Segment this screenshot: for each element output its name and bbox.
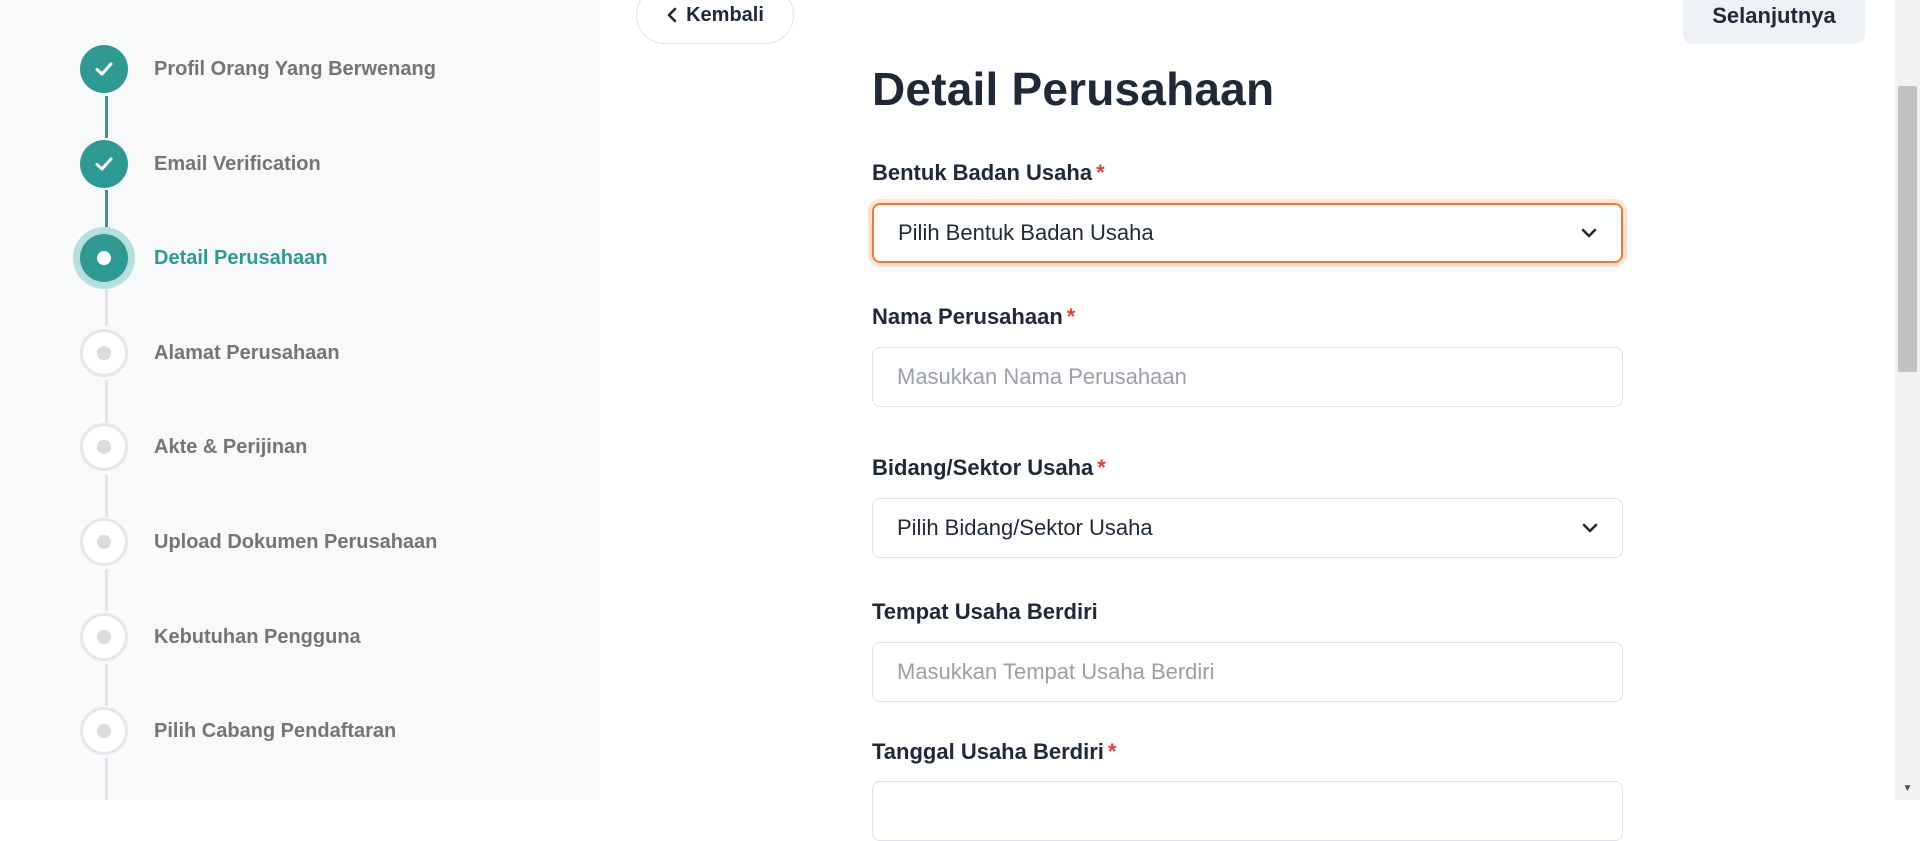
page-title: Detail Perusahaan [872,63,1275,115]
required-mark: * [1096,160,1105,185]
current-step-icon [80,234,128,282]
check-icon [80,45,128,93]
step-label: Detail Perusahaan [154,246,328,269]
check-icon [80,140,128,188]
nama-perusahaan-label: Nama Perusahaan * [872,304,1076,329]
bidang-sektor-usaha-select[interactable]: Pilih Bidang/Sektor Usaha [872,498,1623,558]
pending-step-icon [80,707,128,755]
step-label: Upload Dokumen Perusahaan [154,530,438,553]
step-connector [105,380,108,422]
next-button-label: Selanjutnya [1712,3,1836,28]
step-akte-perijinan[interactable]: Akte & Perijinan [80,421,560,473]
tanggal-usaha-berdiri-input[interactable] [872,781,1623,841]
step-label: Alamat Perusahaan [154,341,340,364]
step-connector [105,758,108,800]
bentuk-badan-usaha-select[interactable]: Pilih Bentuk Badan Usaha [872,203,1623,263]
step-upload-dokumen-perusahaan[interactable]: Upload Dokumen Perusahaan [80,516,560,568]
step-alamat-perusahaan[interactable]: Alamat Perusahaan [80,327,560,379]
pending-step-icon [80,613,128,661]
step-connector [105,190,108,232]
back-button-label: Kembali [686,3,764,26]
chevron-down-icon [1581,228,1597,238]
step-label: Kebutuhan Pengguna [154,625,361,648]
step-connector [105,569,108,611]
bentuk-badan-usaha-label: Bentuk Badan Usaha * [872,160,1105,185]
scroll-down-arrow-icon[interactable]: ▼ [1895,778,1920,798]
chevron-left-icon [666,7,678,23]
pending-step-icon [80,329,128,377]
step-kebutuhan-pengguna[interactable]: Kebutuhan Pengguna [80,611,560,663]
required-mark: * [1107,739,1117,764]
input-placeholder: Masukkan Tempat Usaha Berdiri [897,659,1215,684]
nama-perusahaan-input[interactable]: Masukkan Nama Perusahaan [872,347,1623,407]
step-profil-orang-yang-berwenang[interactable]: Profil Orang Yang Berwenang [80,43,560,95]
step-label: Profil Orang Yang Berwenang [154,57,436,80]
pending-step-icon [80,518,128,566]
input-placeholder: Masukkan Nama Perusahaan [897,364,1187,389]
tempat-usaha-berdiri-label: Tempat Usaha Berdiri [872,599,1098,624]
step-label: Email Verification [154,152,321,175]
select-value: Pilih Bidang/Sektor Usaha [897,515,1153,540]
required-mark: * [1066,304,1076,329]
step-connector [105,290,108,326]
step-connector [105,664,108,706]
step-label: Akte & Perijinan [154,435,308,458]
pending-step-icon [80,423,128,471]
registration-steps-sidebar: Profil Orang Yang Berwenang Email Verifi… [0,0,600,800]
back-button[interactable]: Kembali [636,0,794,44]
step-label: Pilih Cabang Pendaftaran [154,719,397,742]
chevron-down-icon [1582,523,1598,533]
step-connector [105,96,108,138]
required-mark: * [1097,455,1106,480]
step-detail-perusahaan[interactable]: Detail Perusahaan [80,232,560,284]
tanggal-usaha-berdiri-label: Tanggal Usaha Berdiri * [872,739,1117,764]
step-connector [105,475,108,517]
tempat-usaha-berdiri-input[interactable]: Masukkan Tempat Usaha Berdiri [872,642,1623,702]
step-pilih-cabang-pendaftaran[interactable]: Pilih Cabang Pendaftaran [80,705,560,757]
next-button[interactable]: Selanjutnya [1683,0,1865,44]
select-value: Pilih Bentuk Badan Usaha [898,220,1154,245]
scrollbar-thumb[interactable] [1898,86,1917,372]
step-email-verification[interactable]: Email Verification [80,138,560,190]
bidang-sektor-usaha-label: Bidang/Sektor Usaha * [872,455,1106,480]
